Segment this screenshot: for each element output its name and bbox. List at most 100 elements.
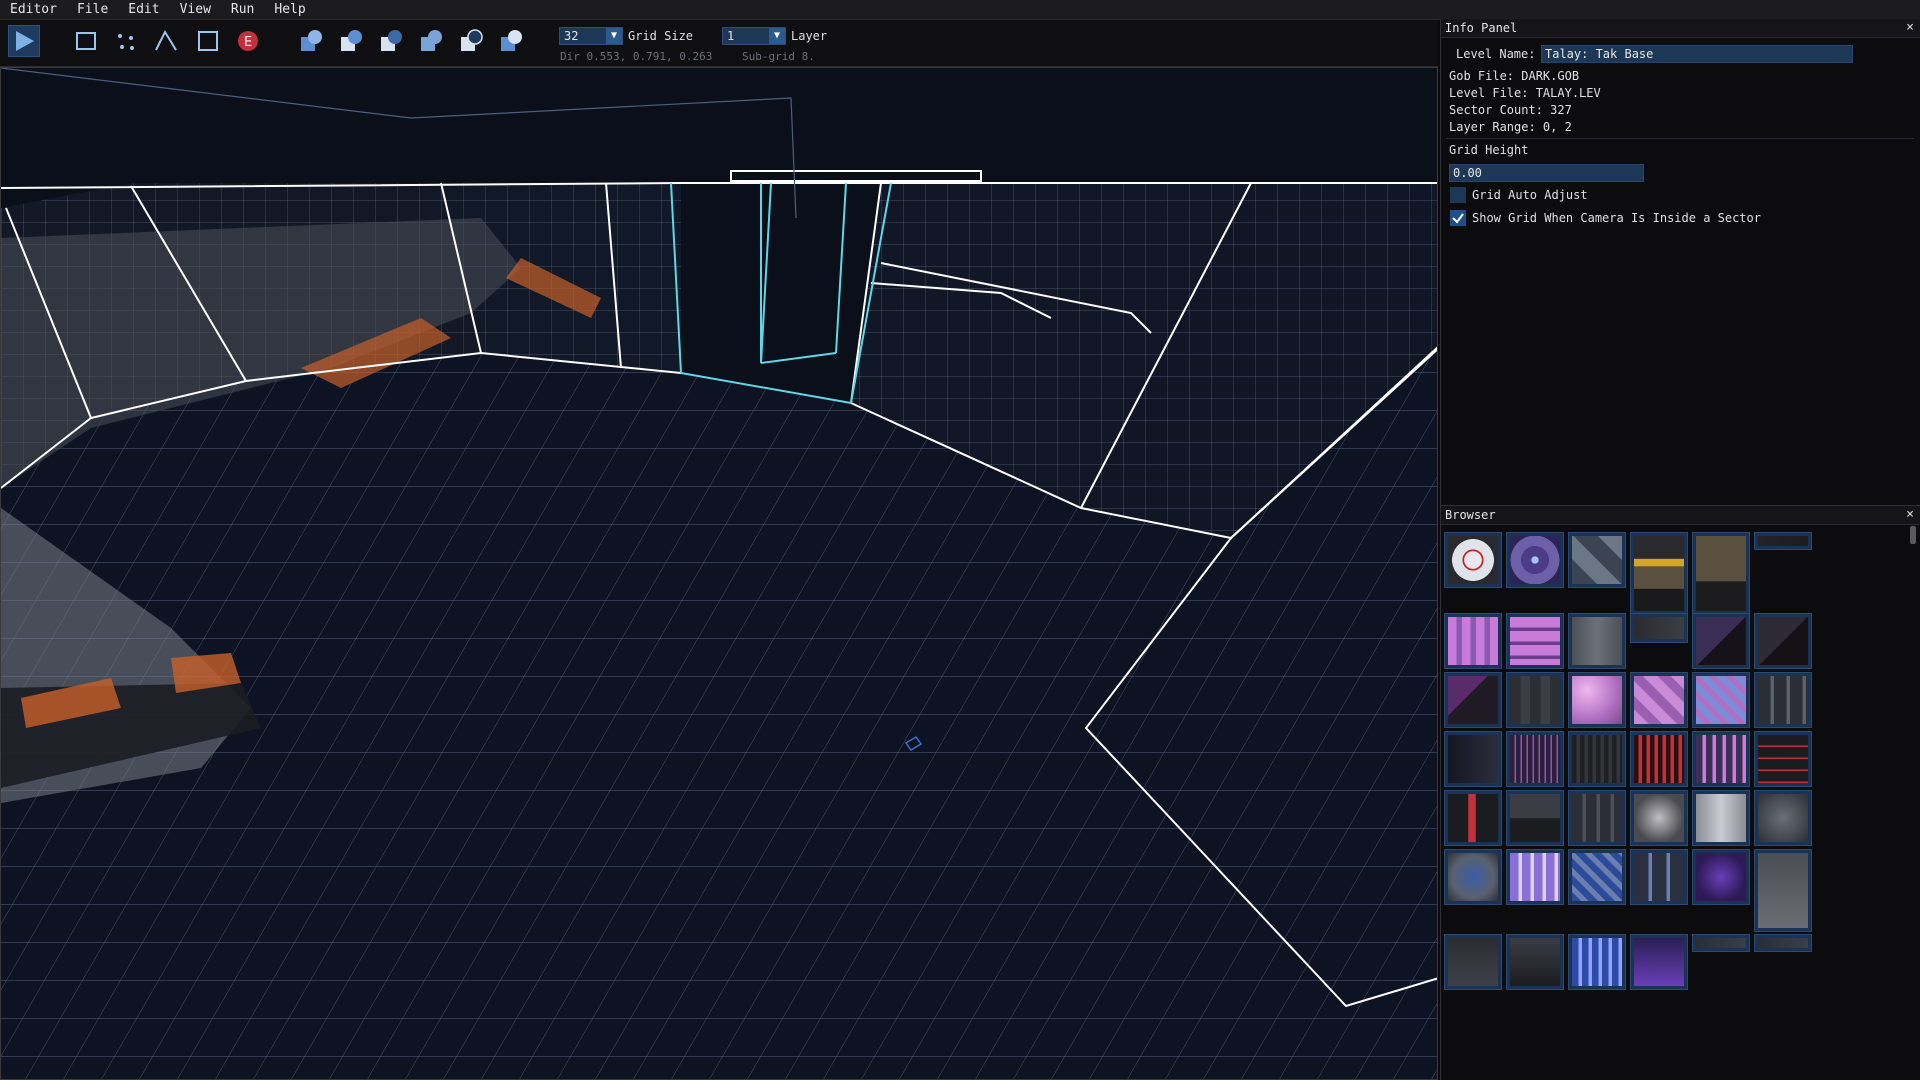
texture-thumbnail[interactable] xyxy=(1630,849,1688,905)
texture-preview xyxy=(1634,853,1684,901)
texture-thumbnail[interactable] xyxy=(1444,613,1502,669)
csg-merge-button[interactable] xyxy=(415,25,447,57)
texture-thumbnail[interactable] xyxy=(1444,849,1502,905)
texture-thumbnail[interactable] xyxy=(1692,731,1750,787)
texture-thumbnail[interactable] xyxy=(1444,790,1502,846)
vertex-mode-button[interactable] xyxy=(110,25,142,57)
grid-size-combo[interactable]: 32 ▼ xyxy=(559,27,623,45)
texture-thumbnail[interactable] xyxy=(1444,934,1502,990)
texture-thumbnail[interactable] xyxy=(1506,934,1564,990)
texture-thumbnail[interactable] xyxy=(1754,934,1812,952)
texture-thumbnail[interactable] xyxy=(1568,790,1626,846)
csg-split-button[interactable] xyxy=(495,25,527,57)
texture-preview xyxy=(1572,794,1622,842)
grid-height-field[interactable]: 0.00 xyxy=(1449,164,1644,182)
texture-thumbnail[interactable] xyxy=(1692,934,1750,952)
texture-thumbnail[interactable] xyxy=(1630,672,1688,728)
info-panel-title: Info Panel xyxy=(1445,21,1518,35)
texture-preview xyxy=(1758,536,1808,546)
grid-size-label: Grid Size xyxy=(628,29,694,43)
texture-thumbnail[interactable] xyxy=(1506,532,1564,588)
texture-thumbnail[interactable] xyxy=(1506,731,1564,787)
texture-thumbnail[interactable] xyxy=(1444,532,1502,588)
texture-thumbnail[interactable] xyxy=(1568,731,1626,787)
play-button[interactable] xyxy=(8,25,40,57)
close-icon[interactable]: × xyxy=(1906,506,1914,524)
menu-view[interactable]: View xyxy=(170,0,221,19)
layer-combo[interactable]: 1 ▼ xyxy=(722,27,786,45)
texture-thumbnail[interactable] xyxy=(1506,672,1564,728)
texture-preview xyxy=(1572,938,1622,986)
browser-title: Browser xyxy=(1445,508,1496,522)
texture-thumbnail[interactable] xyxy=(1630,934,1688,990)
chevron-down-icon: ▼ xyxy=(769,28,785,44)
level-file-text: Level File: TALAY.LEV xyxy=(1449,86,1601,100)
texture-preview xyxy=(1572,536,1622,584)
texture-thumbnail[interactable] xyxy=(1568,532,1626,588)
texture-thumbnail[interactable] xyxy=(1692,672,1750,728)
texture-thumbnail[interactable] xyxy=(1630,532,1688,615)
texture-thumbnail[interactable] xyxy=(1754,790,1812,846)
menu-edit[interactable]: Edit xyxy=(118,0,169,19)
texture-browser: Browser × xyxy=(1440,505,1920,1080)
draw-rect-button[interactable] xyxy=(70,25,102,57)
close-icon[interactable]: × xyxy=(1906,19,1914,37)
level-name-field[interactable]: Talay: Tak Base xyxy=(1541,45,1853,63)
texture-thumbnail[interactable] xyxy=(1692,532,1750,615)
texture-preview xyxy=(1448,853,1498,901)
menu-editor[interactable]: Editor xyxy=(0,0,67,19)
texture-preview xyxy=(1634,676,1684,724)
texture-thumbnail[interactable] xyxy=(1754,731,1812,787)
texture-thumbnail[interactable] xyxy=(1692,849,1750,905)
texture-thumbnail[interactable] xyxy=(1754,613,1812,669)
texture-thumbnail[interactable] xyxy=(1506,613,1564,669)
texture-preview xyxy=(1634,617,1684,639)
menu-file[interactable]: File xyxy=(67,0,118,19)
menu-run[interactable]: Run xyxy=(221,0,264,19)
texture-thumbnail[interactable] xyxy=(1444,731,1502,787)
texture-preview xyxy=(1510,735,1560,783)
texture-thumbnail[interactable] xyxy=(1630,790,1688,846)
info-panel-title-bar: Info Panel × xyxy=(1441,19,1920,38)
texture-thumbnail[interactable] xyxy=(1506,849,1564,905)
csg-new-button[interactable] xyxy=(295,25,327,57)
texture-thumbnail[interactable] xyxy=(1506,790,1564,846)
sector-mode-button[interactable] xyxy=(192,25,224,57)
texture-thumbnail[interactable] xyxy=(1568,672,1626,728)
texture-thumbnail[interactable] xyxy=(1568,934,1626,990)
wall-mode-icon xyxy=(155,29,177,51)
texture-thumbnail[interactable] xyxy=(1630,731,1688,787)
checkmark-icon xyxy=(1452,213,1464,224)
texture-preview xyxy=(1572,853,1622,901)
texture-preview xyxy=(1448,676,1498,724)
wall-mode-button[interactable] xyxy=(150,25,182,57)
3d-viewport[interactable] xyxy=(0,67,1438,1080)
show-grid-checkbox[interactable] xyxy=(1450,210,1466,226)
sector-mode-icon xyxy=(198,31,218,51)
menu-help[interactable]: Help xyxy=(264,0,315,19)
texture-thumbnail[interactable] xyxy=(1754,849,1812,932)
csg-merge-icon xyxy=(421,30,442,51)
layer-label: Layer xyxy=(791,29,828,43)
texture-thumbnail[interactable] xyxy=(1444,672,1502,728)
browser-scrollbar[interactable] xyxy=(1910,526,1916,544)
texture-thumbnail[interactable] xyxy=(1692,790,1750,846)
texture-thumbnail[interactable] xyxy=(1754,532,1812,550)
play-icon xyxy=(16,31,34,51)
texture-thumbnail[interactable] xyxy=(1568,613,1626,669)
entity-mode-button[interactable]: E xyxy=(232,25,264,57)
texture-thumbnail[interactable] xyxy=(1630,613,1688,643)
texture-thumbnail[interactable] xyxy=(1692,613,1750,669)
texture-thumbnail[interactable] xyxy=(1568,849,1626,905)
grid-auto-adjust-checkbox[interactable] xyxy=(1450,187,1466,203)
texture-thumbnail[interactable] xyxy=(1754,672,1812,728)
csg-new-icon xyxy=(301,30,322,51)
browser-title-bar: Browser × xyxy=(1441,506,1920,525)
csg-intersect-button[interactable] xyxy=(455,25,487,57)
layer-value: 1 xyxy=(727,29,735,43)
csg-add-icon xyxy=(341,30,362,51)
texture-preview xyxy=(1510,794,1560,842)
texture-preview xyxy=(1448,617,1498,665)
csg-subtract-button[interactable] xyxy=(375,25,407,57)
csg-add-button[interactable] xyxy=(335,25,367,57)
